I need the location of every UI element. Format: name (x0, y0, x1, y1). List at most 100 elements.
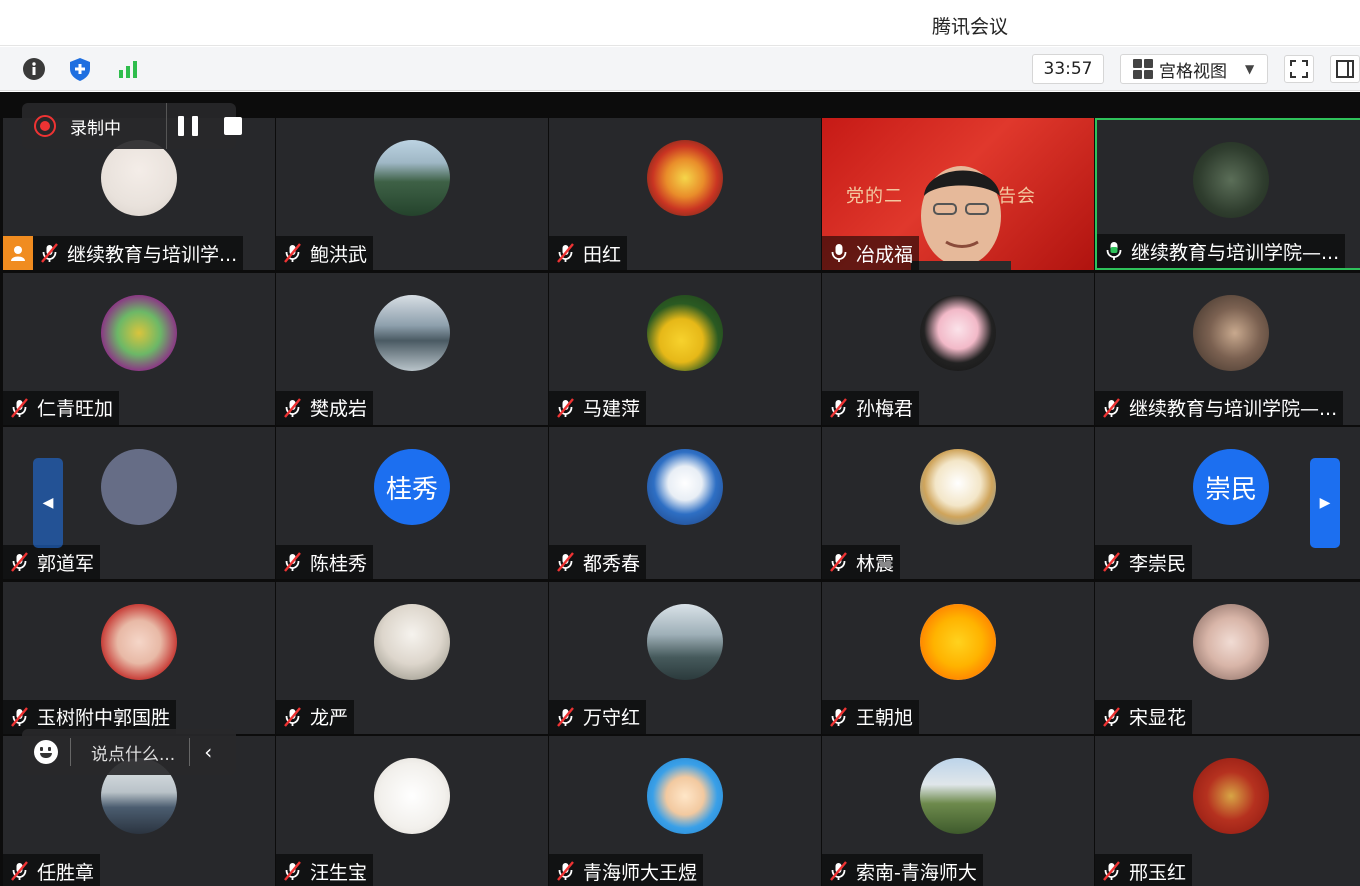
participant-tile[interactable]: 邢玉红 (1095, 736, 1360, 886)
shield-icon[interactable] (66, 55, 94, 83)
mic-muted-icon (282, 397, 304, 419)
mic-muted-icon (1101, 551, 1123, 573)
mic-muted-icon (9, 860, 31, 882)
participant-tile[interactable]: 龙严 (276, 581, 548, 734)
participant-name: 田红 (583, 243, 622, 266)
participant-tile[interactable]: 汪生宝 (276, 736, 548, 886)
mic-muted-icon (282, 242, 304, 264)
participant-name-bar: 仁青旺加 (3, 390, 120, 425)
participant-name-bar: 青海师大王煜 (549, 854, 704, 886)
view-mode-label: 宫格视图 (1159, 61, 1227, 82)
avatar (647, 449, 723, 525)
chat-bar: 说点什么... ‹ (22, 729, 236, 775)
participant-tile[interactable]: 索南-青海师大 (822, 736, 1094, 886)
side-panel-button[interactable] (1330, 55, 1360, 83)
mic-muted-icon (282, 551, 304, 573)
participant-name: 继续教育与培训学院—... (1129, 398, 1338, 420)
mic-muted-icon (9, 706, 31, 728)
participant-tile[interactable]: 马建萍 (549, 272, 821, 425)
participant-name-bar: 樊成岩 (276, 390, 374, 425)
participant-name: 陈桂秀 (310, 552, 368, 575)
participant-name-bar: 陈桂秀 (276, 545, 374, 579)
signal-icon[interactable] (114, 55, 142, 83)
mic-muted-icon (555, 242, 577, 264)
pause-recording-button[interactable] (178, 116, 198, 136)
participant-name-bar: 龙严 (276, 699, 355, 734)
avatar (920, 294, 996, 371)
mic-muted-icon (828, 860, 850, 882)
participant-tile[interactable]: 党的二 讲报告会 冶成福 (822, 118, 1094, 270)
host-icon (3, 236, 33, 270)
participant-name: 马建萍 (583, 398, 641, 420)
participant-name-bar: 索南-青海师大 (822, 854, 983, 886)
avatar (1193, 294, 1269, 371)
participant-name: 任胜章 (37, 861, 95, 884)
participant-tile[interactable]: 都秀春 (549, 427, 821, 579)
participant-name-bar: 王朝旭 (822, 699, 920, 734)
chat-input[interactable]: 说点什么... (91, 740, 175, 765)
participant-name-bar: 都秀春 (549, 545, 647, 579)
avatar: 崇民 (1193, 449, 1269, 525)
mic-muted-icon (555, 551, 577, 573)
participant-tile[interactable]: 玉树附中郭国胜 (3, 581, 275, 734)
next-page-button[interactable]: ▶ (1310, 458, 1340, 548)
participant-name: 孙梅君 (856, 398, 914, 420)
participant-name: 李崇民 (1129, 552, 1187, 575)
avatar (647, 603, 723, 680)
participant-tile[interactable]: 林震 (822, 427, 1094, 579)
stop-recording-button[interactable] (224, 117, 242, 135)
participant-tile[interactable]: 王朝旭 (822, 581, 1094, 734)
mic-muted-icon (282, 860, 304, 882)
participant-name: 冶成福 (856, 243, 914, 266)
avatar (374, 294, 450, 371)
participant-name: 都秀春 (583, 552, 641, 575)
mic-muted-icon (555, 706, 577, 728)
avatar (920, 449, 996, 525)
participant-name: 樊成岩 (310, 398, 368, 420)
participant-name-bar: 田红 (549, 236, 628, 270)
participant-name-bar: 继续教育与培训学院—... (1095, 390, 1344, 425)
side-panel-icon (1336, 60, 1354, 78)
emoji-icon[interactable] (34, 740, 58, 764)
participant-name-bar: 林震 (822, 545, 901, 579)
view-mode-dropdown[interactable]: 宫格视图 ▼ (1120, 54, 1268, 84)
meeting-toolbar: 33:57 宫格视图 ▼ (0, 47, 1360, 91)
participant-tile[interactable]: 孙梅君 (822, 272, 1094, 425)
participant-name: 郭道军 (37, 552, 95, 575)
prev-page-button[interactable]: ◀ (33, 458, 63, 548)
avatar (374, 758, 450, 834)
participant-tile[interactable]: 继续教育与培训学院—... (1095, 118, 1360, 270)
info-icon[interactable] (20, 55, 48, 83)
avatar (374, 603, 450, 680)
mic-muted-icon (828, 397, 850, 419)
chevron-down-icon: ▼ (1245, 62, 1255, 76)
participant-name-bar: 鲍洪武 (276, 236, 374, 270)
meeting-timer: 33:57 (1032, 54, 1104, 84)
mic-muted-icon (1101, 860, 1123, 882)
participant-name-bar: 李崇民 (1095, 545, 1193, 579)
mic-muted-icon (9, 397, 31, 419)
participant-name: 仁青旺加 (37, 398, 114, 420)
participant-tile[interactable]: 万守红 (549, 581, 821, 734)
participant-tile[interactable]: 樊成岩 (276, 272, 548, 425)
participant-tile[interactable]: 青海师大王煜 (549, 736, 821, 886)
collapse-chat-icon[interactable]: ‹ (204, 740, 212, 764)
mic-muted-icon (39, 242, 61, 264)
fullscreen-button[interactable] (1284, 55, 1314, 83)
participant-tile[interactable]: 桂秀陈桂秀 (276, 427, 548, 579)
participant-name-bar: 汪生宝 (276, 854, 374, 886)
avatar (101, 449, 177, 525)
participant-tile[interactable]: 田红 (549, 118, 821, 270)
title-bar: 腾讯会议 (0, 0, 1360, 46)
participant-tile[interactable]: 继续教育与培训学院—... (1095, 272, 1360, 425)
participant-tile[interactable]: 仁青旺加 (3, 272, 275, 425)
participant-tile[interactable]: 宋显花 (1095, 581, 1360, 734)
participant-name-bar: 任胜章 (3, 854, 101, 886)
avatar (1193, 758, 1269, 834)
avatar: 桂秀 (374, 449, 450, 525)
avatar (1193, 603, 1269, 680)
avatar (647, 758, 723, 834)
avatar (647, 140, 723, 216)
chevron-left-icon: ◀ (42, 495, 54, 511)
participant-tile[interactable]: 鲍洪武 (276, 118, 548, 270)
